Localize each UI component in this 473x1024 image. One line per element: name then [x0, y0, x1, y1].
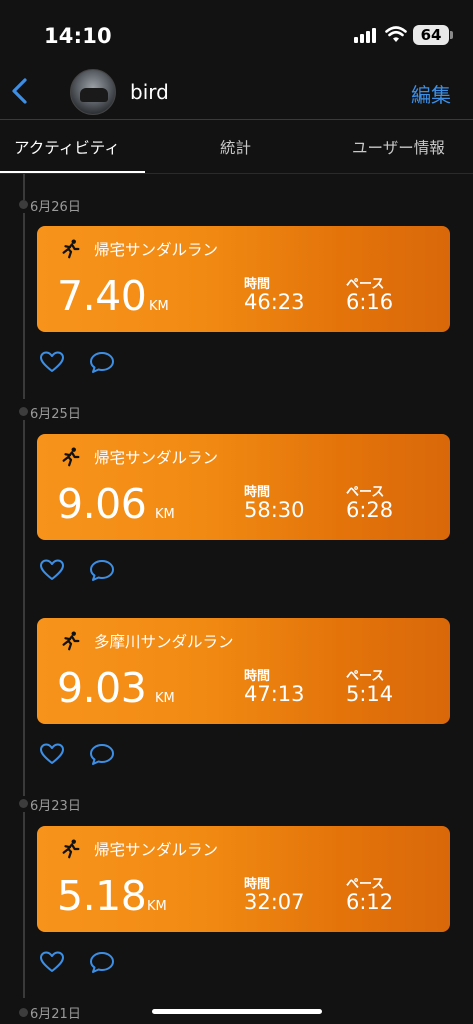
tab-activity[interactable]: アクティビティ: [14, 136, 120, 158]
screen: 14:10 64 bird 編集 アクティビティ 統計 ユーザー情報 6月26日: [0, 0, 473, 1024]
nav-bar: bird 編集: [0, 62, 473, 120]
activity-card[interactable]: 帰宅サンダルラン 5.18 KM 時間 32:07 ペース 6:12: [37, 826, 450, 932]
activity-time: 58:30: [244, 498, 305, 522]
tab-stats[interactable]: 統計: [220, 136, 251, 158]
avatar[interactable]: [70, 69, 116, 115]
distance-unit: KM: [149, 299, 169, 314]
status-bar: 14:10 64: [0, 0, 473, 62]
tab-bar: アクティビティ 統計 ユーザー情報: [0, 120, 473, 174]
distance-unit: KM: [155, 691, 175, 706]
heart-icon[interactable]: [39, 742, 65, 766]
timeline-line: [23, 812, 25, 998]
activity-title: 帰宅サンダルラン: [94, 449, 219, 467]
comment-icon[interactable]: [89, 558, 115, 582]
activity-pace: 6:16: [346, 290, 394, 314]
date-dot: [19, 1008, 28, 1017]
date-dot: [19, 407, 28, 416]
date-label: 6月23日: [30, 799, 81, 814]
runner-icon: [62, 839, 80, 859]
runner-icon: [62, 239, 80, 259]
activity-card[interactable]: 多摩川サンダルラン 9.03 KM 時間 47:13 ペース 5:14: [37, 618, 450, 724]
wifi-icon: [385, 26, 407, 42]
battery-indicator: 64: [413, 25, 449, 45]
tab-user-info[interactable]: ユーザー情報: [352, 136, 445, 158]
distance-unit: KM: [147, 899, 167, 914]
activity-pace: 6:28: [346, 498, 394, 522]
status-time: 14:10: [44, 24, 112, 48]
runner-icon: [62, 447, 80, 467]
comment-icon[interactable]: [89, 350, 115, 374]
activity-distance: 5.18: [57, 872, 147, 920]
date-label: 6月26日: [30, 200, 81, 215]
timeline-line: [23, 213, 25, 399]
heart-icon[interactable]: [39, 558, 65, 582]
activity-time: 47:13: [244, 682, 305, 706]
activity-distance: 9.06: [57, 480, 147, 528]
heart-icon[interactable]: [39, 950, 65, 974]
date-dot: [19, 799, 28, 808]
activity-distance: 7.40: [57, 272, 147, 320]
activity-card[interactable]: 帰宅サンダルラン 9.06 KM 時間 58:30 ペース 6:28: [37, 434, 450, 540]
activity-pace: 6:12: [346, 890, 394, 914]
timeline-line: [23, 174, 25, 200]
comment-icon[interactable]: [89, 950, 115, 974]
date-label: 6月21日: [30, 1007, 81, 1022]
activity-title: 帰宅サンダルラン: [94, 241, 219, 259]
home-indicator[interactable]: [152, 1009, 322, 1014]
activity-title: 帰宅サンダルラン: [94, 841, 219, 859]
heart-icon[interactable]: [39, 350, 65, 374]
profile-username: bird: [130, 80, 169, 104]
date-dot: [19, 200, 28, 209]
activity-distance: 9.03: [57, 664, 147, 712]
activity-card[interactable]: 帰宅サンダルラン 7.40 KM 時間 46:23 ペース 6:16: [37, 226, 450, 332]
back-chevron-icon[interactable]: [8, 76, 32, 106]
comment-icon[interactable]: [89, 742, 115, 766]
date-label: 6月25日: [30, 407, 81, 422]
activity-title: 多摩川サンダルラン: [94, 633, 234, 651]
tabs-divider: [0, 173, 473, 174]
activity-pace: 5:14: [346, 682, 394, 706]
edit-button[interactable]: 編集: [411, 79, 451, 108]
distance-unit: KM: [155, 507, 175, 522]
activity-time: 46:23: [244, 290, 305, 314]
signal-icon: [354, 27, 378, 43]
timeline-line: [23, 420, 25, 796]
runner-icon: [62, 631, 80, 651]
activity-time: 32:07: [244, 890, 305, 914]
battery-tip: [450, 31, 453, 39]
